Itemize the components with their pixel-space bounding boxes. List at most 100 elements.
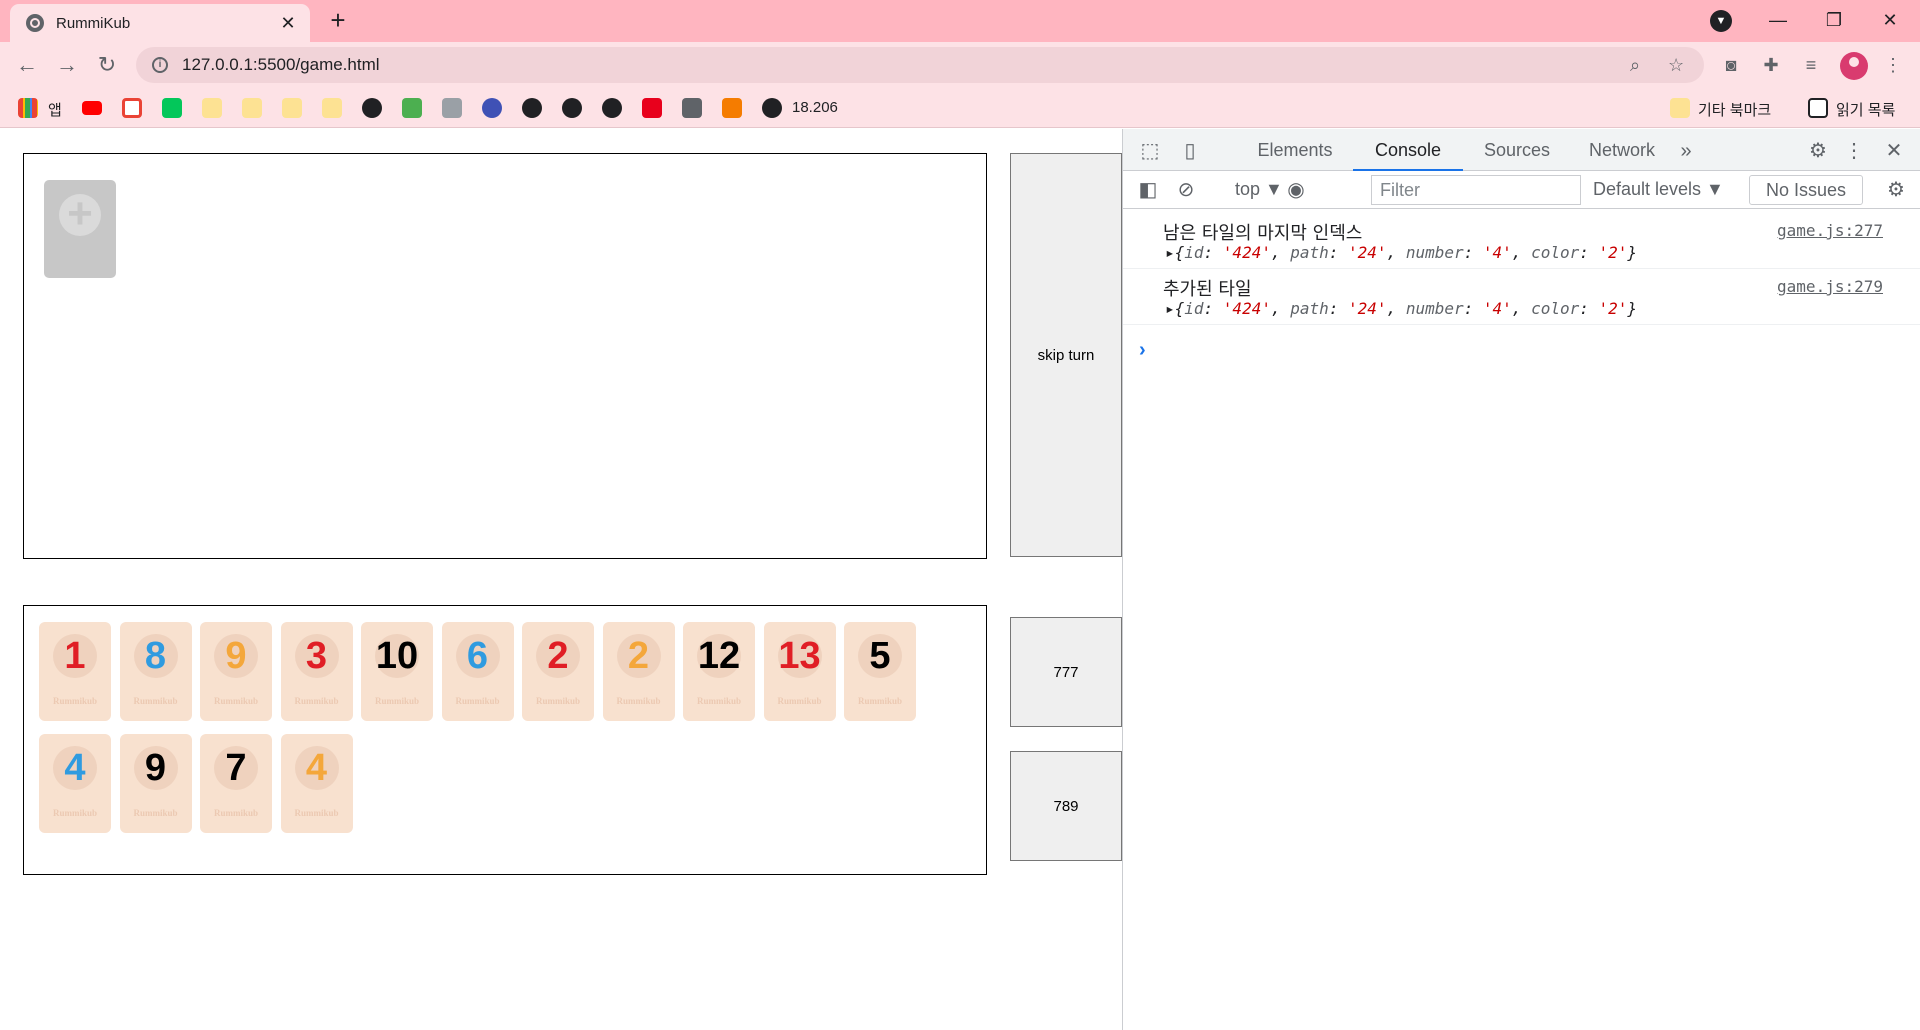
rack-tile[interactable]: 3 Rummikub (280, 622, 353, 721)
rack-tile[interactable]: 4 Rummikub (280, 734, 353, 833)
clear-console-icon[interactable]: ⊘ (1173, 177, 1199, 203)
browser-toolbar: ← → ↻ i 127.0.0.1:5500/game.html ⌕ ☆ ◙ ✚… (0, 42, 1920, 88)
back-icon[interactable]: ← (12, 50, 42, 80)
more-options-icon[interactable]: ⋮ (1841, 138, 1867, 164)
console-settings-icon[interactable]: ⚙ (1883, 177, 1909, 203)
rack-tile[interactable]: 6 Rummikub (441, 622, 514, 721)
forward-icon[interactable]: → (52, 50, 82, 80)
rack-tile[interactable]: 9 Rummikub (200, 622, 272, 721)
tab-elements[interactable]: Elements (1239, 129, 1351, 171)
apps-icon[interactable] (18, 98, 38, 118)
tile-brand: Rummikub (857, 696, 902, 706)
building-icon[interactable] (442, 98, 462, 118)
rack-tile[interactable]: 1 Rummikub (39, 622, 111, 721)
wow-icon[interactable] (642, 98, 662, 118)
tab-sources[interactable]: Sources (1467, 129, 1567, 171)
folder-icon[interactable] (282, 98, 302, 118)
naver-icon[interactable] (162, 98, 182, 118)
filter-input[interactable]: Filter (1371, 175, 1581, 205)
issues-button[interactable]: No Issues (1749, 175, 1863, 205)
new-tab-button[interactable]: + (324, 6, 352, 34)
bookmark-ip[interactable]: 18.206 (792, 99, 838, 116)
youtube-icon[interactable] (82, 101, 102, 115)
tile-number: 6 (466, 635, 489, 677)
sidebar-toggle-icon[interactable]: ◧ (1135, 177, 1161, 203)
github-icon[interactable] (362, 98, 382, 118)
rack-tile[interactable]: 4 Rummikub (39, 734, 111, 833)
rack-tile[interactable]: 5 Rummikub (844, 622, 916, 721)
log-levels-dropdown[interactable]: Default levels ▼ (1593, 179, 1724, 200)
minimize-button[interactable]: — (1750, 0, 1806, 42)
tile-brand: Rummikub (696, 696, 741, 706)
info-icon[interactable]: i (152, 57, 168, 73)
reading-list[interactable]: 읽기 목록 (1836, 99, 1895, 120)
m-icon[interactable] (402, 98, 422, 118)
reading-list-icon[interactable] (1808, 98, 1828, 118)
profile-avatar[interactable] (1840, 52, 1868, 80)
browser-tab[interactable]: RummiKub ✕ (10, 4, 310, 42)
camera-icon[interactable]: ◙ (1718, 52, 1744, 78)
devtools-tabs: ⬚ ▯ Elements Console Sources Network » ⚙… (1123, 129, 1920, 171)
close-devtools-icon[interactable]: ✕ (1881, 138, 1907, 164)
counter-button-a[interactable]: 777 (1010, 617, 1122, 727)
globe-icon[interactable] (522, 98, 542, 118)
inspect-icon[interactable]: ⬚ (1137, 138, 1163, 164)
bookmark-star-icon[interactable]: ☆ (1668, 55, 1684, 76)
bird-icon[interactable] (682, 98, 702, 118)
folder-icon[interactable] (242, 98, 262, 118)
folder-icon[interactable] (322, 98, 342, 118)
rack-tile[interactable]: 8 Rummikub (119, 622, 192, 721)
globe-icon[interactable] (762, 98, 782, 118)
game-page: + skip turn 1 Rummikub 8 Rummikub 9 Rummikub 3… (0, 129, 1122, 1030)
maximize-button[interactable]: ❐ (1806, 0, 1862, 42)
rack-tile[interactable]: 10 Rummikub (361, 622, 433, 721)
log-object[interactable]: ▸{id: '424', path: '24', number: '4', co… (1165, 243, 1637, 262)
url-text[interactable]: 127.0.0.1:5500/game.html (182, 55, 380, 75)
window-close-button[interactable]: ✕ (1862, 0, 1918, 42)
devtools-panel: ⬚ ▯ Elements Console Sources Network » ⚙… (1122, 129, 1920, 1030)
globe-icon[interactable] (602, 98, 622, 118)
eye-icon[interactable]: ◉ (1283, 177, 1309, 203)
media-icon[interactable]: ≡ (1798, 52, 1824, 78)
box-icon[interactable] (722, 98, 742, 118)
other-bookmarks[interactable]: 기타 북마크 (1698, 99, 1771, 120)
folder-icon[interactable] (1670, 98, 1690, 118)
context-selector[interactable]: top ▼ (1235, 179, 1283, 200)
globe-icon[interactable] (562, 98, 582, 118)
zoom-icon[interactable]: ⌕ (1630, 55, 1640, 76)
device-toggle-icon[interactable]: ▯ (1177, 138, 1203, 164)
settings-icon[interactable]: ⚙ (1805, 138, 1831, 164)
rack-tile[interactable]: 13 Rummikub (763, 622, 836, 721)
gmail-icon[interactable] (122, 98, 142, 118)
tile-number: 2 (627, 635, 650, 677)
extensions-icon[interactable]: ✚ (1758, 52, 1784, 78)
console-prompt[interactable]: › (1139, 339, 1146, 362)
tab-close-icon[interactable]: ✕ (278, 13, 298, 34)
tab-search-icon[interactable]: ▼ (1710, 10, 1732, 32)
rack-tile[interactable]: 9 Rummikub (119, 734, 192, 833)
tile-brand: Rummikub (294, 696, 339, 706)
tab-network[interactable]: Network (1569, 129, 1675, 171)
tile-number: 9 (144, 747, 167, 789)
tab-console[interactable]: Console (1353, 129, 1463, 171)
rack-tile[interactable]: 12 Rummikub (683, 622, 755, 721)
skip-turn-button[interactable]: skip turn (1010, 153, 1122, 557)
tile-number: 5 (869, 635, 891, 677)
log-source-link[interactable]: game.js:277 (1777, 221, 1883, 240)
reload-icon[interactable]: ↻ (92, 50, 122, 80)
game-board[interactable]: + (23, 153, 987, 559)
address-bar[interactable]: i 127.0.0.1:5500/game.html ⌕ ☆ (136, 47, 1704, 83)
more-tabs-icon[interactable]: » (1673, 138, 1699, 164)
add-tile-button[interactable]: + (44, 180, 116, 278)
counter-button-b[interactable]: 789 (1010, 751, 1122, 861)
rack-tile[interactable]: 7 Rummikub (200, 734, 272, 833)
rack-tile[interactable]: 2 Rummikub (602, 622, 675, 721)
apps-label[interactable]: 앱 (48, 99, 62, 120)
log-object[interactable]: ▸{id: '424', path: '24', number: '4', co… (1165, 299, 1637, 318)
tile-brand: Rummikub (374, 696, 419, 706)
rack-tile[interactable]: 2 Rummikub (522, 622, 594, 721)
folder-icon[interactable] (202, 98, 222, 118)
menu-icon[interactable]: ⋮ (1880, 52, 1906, 78)
log-source-link[interactable]: game.js:279 (1777, 277, 1883, 296)
swirl-icon[interactable] (482, 98, 502, 118)
